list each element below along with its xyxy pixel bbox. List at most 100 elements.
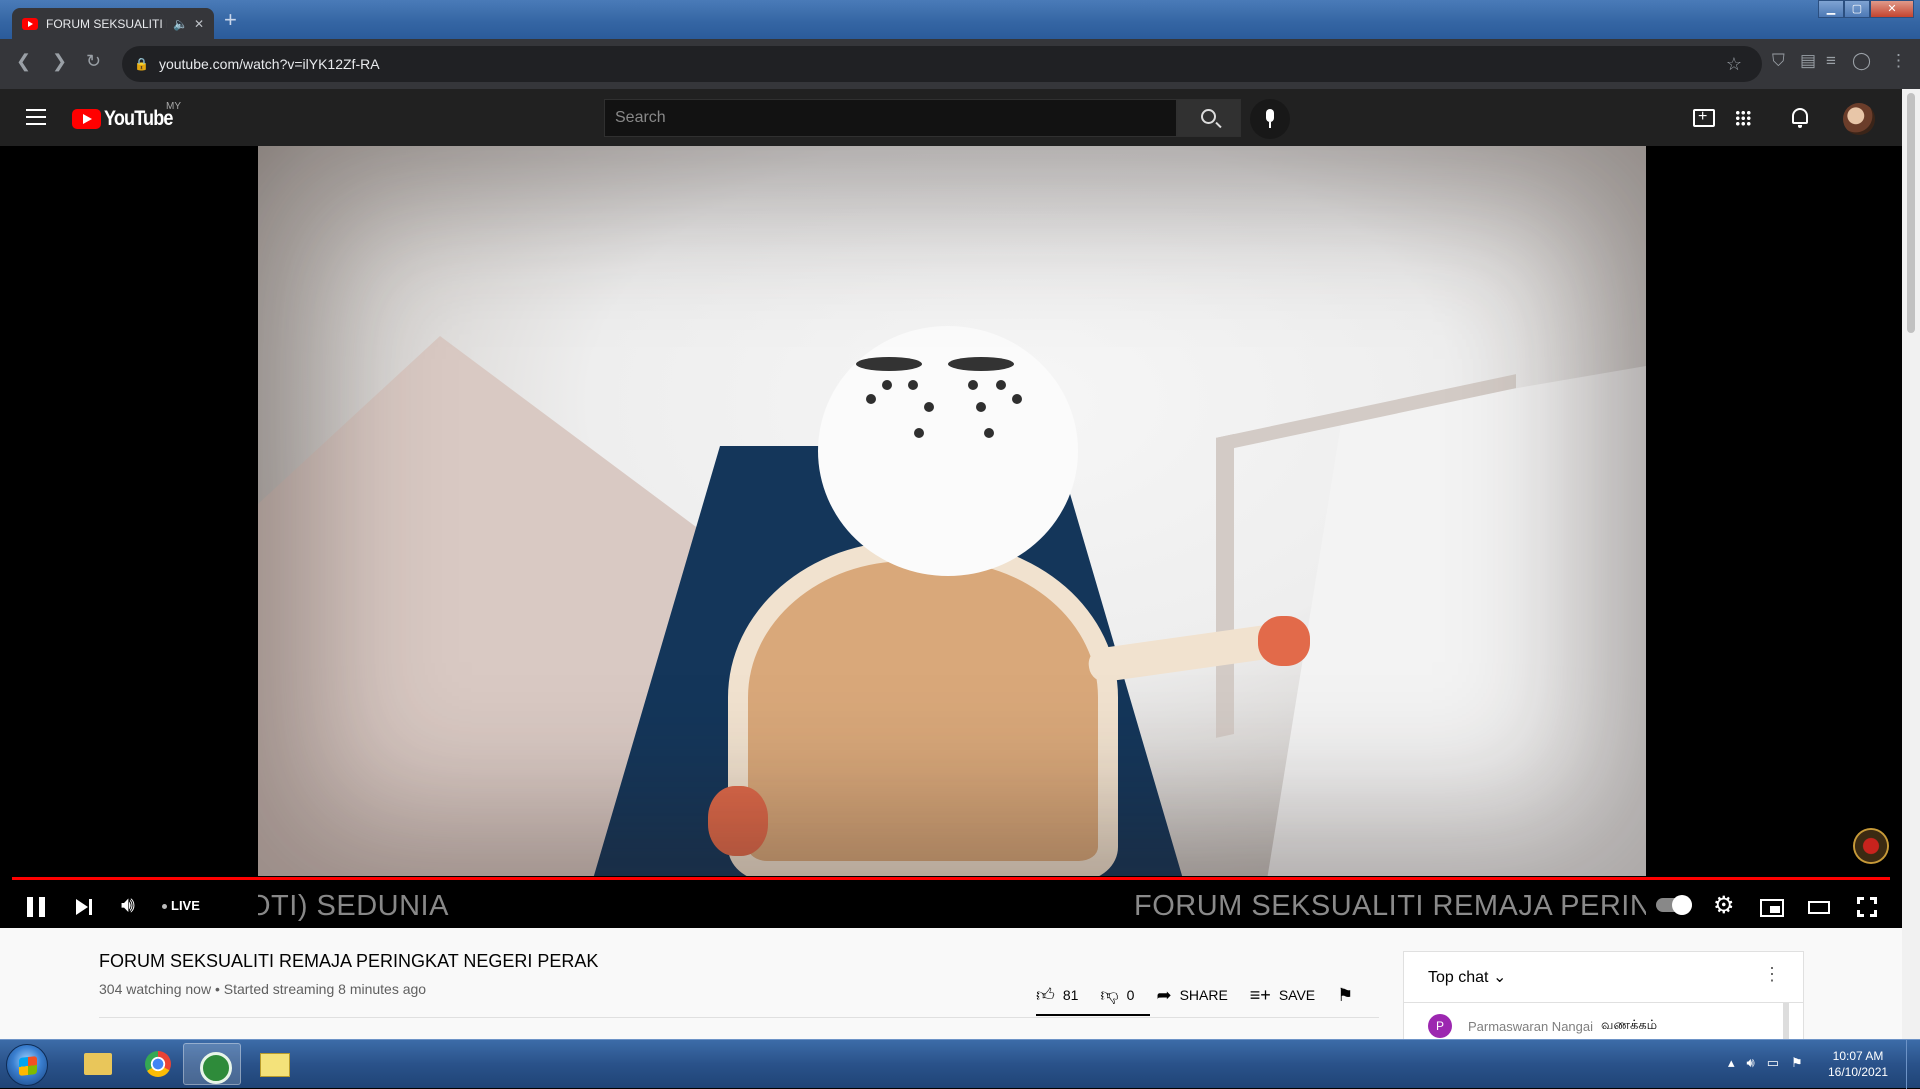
- tray-volume-icon[interactable]: 🔊︎: [1747, 1055, 1755, 1071]
- action-buttons: 👍︎ 81 👎︎ 0 ➦ SHARE ≡+ SAVE ⚑: [1036, 984, 1383, 1006]
- media-control-icon[interactable]: ≡: [1826, 51, 1836, 71]
- video-title: FORUM SEKSUALITI REMAJA PERINGKAT NEGERI…: [99, 951, 599, 971]
- next-video-icon[interactable]: [76, 899, 92, 915]
- chevron-down-icon: ⌄: [1492, 969, 1507, 986]
- tab-close-icon[interactable]: ✕: [194, 17, 204, 31]
- video-meta: 304 watching now • Started streaming 8 m…: [99, 981, 427, 997]
- guide-menu-icon[interactable]: [26, 109, 46, 125]
- settings-gear-icon[interactable]: ⚙: [1713, 891, 1735, 920]
- browser-tab[interactable]: FORUM SEKSUALITI RE 🔈 ✕: [12, 8, 214, 39]
- reload-icon[interactable]: ↻: [86, 51, 101, 72]
- video-frame[interactable]: [258, 146, 1646, 876]
- browser-menu-icon[interactable]: ⋮: [1890, 51, 1907, 71]
- volume-icon[interactable]: 🔊︎: [121, 892, 135, 918]
- pause-icon[interactable]: [27, 897, 45, 917]
- notifications-bell-icon[interactable]: [1792, 108, 1808, 128]
- youtube-logo[interactable]: YouTube MY: [72, 101, 184, 131]
- youtube-masthead: YouTube MY Search: [0, 89, 1902, 146]
- tray-action-center-flag-icon[interactable]: ⚑: [1791, 1055, 1803, 1071]
- save-button[interactable]: ≡+ SAVE: [1250, 985, 1315, 1006]
- share-label: SHARE: [1179, 987, 1228, 1003]
- share-button[interactable]: ➦ SHARE: [1156, 985, 1227, 1006]
- address-bar[interactable]: 🔒 youtube.com/watch?v=ilYK12Zf-RA ☆: [122, 46, 1762, 82]
- video-info-section: FORUM SEKSUALITI REMAJA PERINGKAT NEGERI…: [0, 928, 1902, 1043]
- sticky-notes-taskbar-icon[interactable]: [245, 1043, 303, 1085]
- close-window-button[interactable]: ✕: [1870, 0, 1914, 18]
- live-dot-icon: [162, 904, 167, 910]
- profile-icon[interactable]: ◯: [1852, 51, 1871, 71]
- chrome-taskbar-icon[interactable]: [129, 1043, 187, 1085]
- chat-message[interactable]: P Parmaswaran Nangai வணக்கம்: [1428, 1014, 1657, 1038]
- chat-mode-dropdown[interactable]: Top chat ⌄: [1428, 967, 1506, 987]
- tray-network-icon[interactable]: ▭: [1767, 1055, 1779, 1071]
- search-button[interactable]: [1177, 99, 1241, 137]
- tab-audio-icon[interactable]: 🔈: [173, 17, 188, 31]
- share-arrow-icon: ➦: [1156, 984, 1172, 1005]
- search-input[interactable]: Search: [604, 99, 1177, 137]
- chat-scrollbar[interactable]: [1783, 1003, 1789, 1043]
- dislike-button[interactable]: 👎︎ 0: [1100, 984, 1134, 1006]
- taskbar-clock[interactable]: 10:07 AM 16/10/2021: [1828, 1048, 1888, 1080]
- tab-title: FORUM SEKSUALITI RE: [46, 16, 167, 31]
- file-explorer-taskbar-icon[interactable]: [69, 1043, 127, 1085]
- start-button[interactable]: [6, 1044, 48, 1086]
- thumbs-up-icon: 👍︎: [1036, 985, 1055, 1005]
- dislike-count: 0: [1126, 987, 1135, 1003]
- live-badge[interactable]: LIVE: [162, 898, 200, 913]
- new-tab-button[interactable]: +: [224, 9, 237, 31]
- minimize-button[interactable]: ▁: [1818, 0, 1844, 18]
- thumbs-down-icon: 👎︎: [1100, 985, 1119, 1005]
- lock-icon: 🔒: [134, 57, 149, 71]
- tray-expand-icon[interactable]: ▴: [1728, 1055, 1735, 1071]
- chat-author-name[interactable]: Parmaswaran Nangai: [1468, 1019, 1593, 1034]
- url-text: youtube.com/watch?v=ilYK12Zf-RA: [158, 56, 380, 72]
- browser-titlebar: FORUM SEKSUALITI RE 🔈 ✕ + ▁ ▢ ✕: [0, 0, 1920, 39]
- channel-watermark-logo[interactable]: [1853, 828, 1889, 864]
- autoplay-toggle[interactable]: [1656, 895, 1692, 915]
- search-icon: [1201, 109, 1216, 124]
- playlist-add-icon: ≡+: [1249, 984, 1271, 1005]
- like-count: 81: [1062, 987, 1079, 1003]
- app-taskbar-icon[interactable]: [183, 1043, 241, 1085]
- system-tray: ▴ 🔊︎ ▭ ⚑: [1728, 1055, 1803, 1071]
- chat-more-options-icon[interactable]: ⋮: [1763, 964, 1781, 985]
- voice-search-mic-icon[interactable]: [1250, 99, 1290, 139]
- flag-icon: ⚑: [1337, 984, 1354, 1005]
- browser-toolbar: ❮ ❯ ↻ 🔒 youtube.com/watch?v=ilYK12Zf-RA …: [0, 39, 1920, 89]
- apps-grid-icon[interactable]: [1735, 110, 1751, 126]
- region-code: MY: [166, 101, 181, 112]
- like-button[interactable]: 👍︎ 81: [1036, 984, 1078, 1006]
- youtube-wordmark: YouTube: [104, 107, 173, 130]
- theater-mode-icon[interactable]: [1808, 901, 1830, 914]
- miniplayer-icon[interactable]: [1760, 899, 1784, 917]
- progress-bar[interactable]: [12, 877, 1890, 880]
- live-chat-panel: Top chat ⌄ ⋮ P Parmaswaran Nangai வணக்கம…: [1403, 951, 1804, 1043]
- save-label: SAVE: [1278, 987, 1316, 1003]
- page-scrollbar-thumb[interactable]: [1907, 93, 1915, 333]
- chat-extension-icon[interactable]: ▤: [1800, 51, 1816, 71]
- chat-author-avatar: P: [1428, 1014, 1452, 1038]
- forward-arrow-icon[interactable]: ❯: [52, 51, 67, 72]
- live-label: LIVE: [171, 898, 200, 913]
- chat-message-text: வணக்கம்: [1601, 1018, 1658, 1033]
- os-taskbar: ▴ 🔊︎ ▭ ⚑ 10:07 AM 16/10/2021: [0, 1039, 1920, 1089]
- bookmark-star-icon[interactable]: ☆: [1726, 54, 1742, 75]
- back-arrow-icon[interactable]: ❮: [16, 51, 31, 72]
- show-desktop-button[interactable]: [1906, 1040, 1920, 1089]
- maximize-button[interactable]: ▢: [1844, 0, 1870, 18]
- clock-time: 10:07 AM: [1832, 1049, 1884, 1063]
- video-player[interactable]: OTI) SEDUNIA FORUM SEKSUALITI REMAJA PER…: [0, 146, 1902, 928]
- section-divider: [99, 1017, 1379, 1018]
- create-video-icon[interactable]: [1693, 106, 1715, 128]
- account-avatar[interactable]: [1843, 103, 1875, 135]
- shield-extension-icon[interactable]: ⛉: [1772, 51, 1785, 71]
- chat-mode-label: Top chat: [1428, 969, 1489, 986]
- report-button[interactable]: ⚑: [1337, 985, 1361, 1006]
- window-controls: ▁ ▢ ✕: [1818, 0, 1914, 18]
- clock-date: 16/10/2021: [1828, 1065, 1889, 1079]
- ticker-bar: OTI) SEDUNIA FORUM SEKSUALITI REMAJA PER…: [258, 876, 1646, 928]
- fullscreen-icon[interactable]: [1857, 897, 1877, 917]
- chat-divider: [1404, 1002, 1803, 1003]
- page-scrollbar[interactable]: [1902, 89, 1920, 1039]
- ticker-text-right: FORUM SEKSUALITI REMAJA PERING: [1134, 890, 1646, 922]
